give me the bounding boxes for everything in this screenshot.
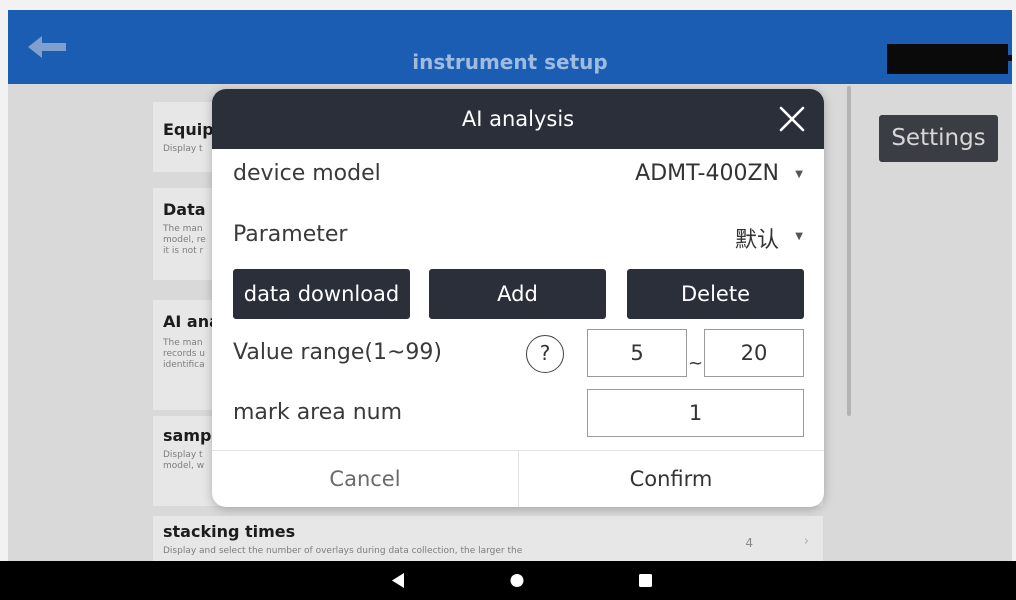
dropdown-arrow-icon: ▼: [795, 231, 803, 242]
dropdown-arrow-icon: ▼: [795, 169, 803, 180]
value-range-label: Value range(1~99): [233, 340, 442, 365]
add-button[interactable]: Add: [429, 269, 606, 319]
cancel-button[interactable]: Cancel: [212, 451, 518, 507]
parameter-label: Parameter: [233, 222, 348, 247]
page-title: instrument setup: [412, 50, 608, 74]
ai-analysis-dialog: AI analysis device model ADMT-400ZN ▼ Pa…: [212, 89, 824, 507]
data-download-button[interactable]: data download: [233, 269, 410, 319]
chevron-right-icon: ›: [803, 534, 809, 549]
list-item-title: stacking times: [163, 522, 296, 541]
list-item-stacking-times[interactable]: stacking times Display and select the nu…: [153, 516, 823, 561]
help-icon[interactable]: ?: [526, 335, 564, 373]
list-item-title: samp: [163, 426, 212, 445]
list-item-title: Equip: [163, 120, 214, 139]
confirm-button[interactable]: Confirm: [518, 451, 824, 507]
device-model-select[interactable]: ADMT-400ZN ▼: [592, 151, 807, 197]
scrollbar[interactable]: [847, 86, 851, 416]
stacking-times-value: 4: [745, 536, 753, 550]
nav-back-icon[interactable]: [378, 561, 418, 600]
range-max-input[interactable]: 20: [704, 329, 804, 377]
system-nav-bar: [0, 561, 1016, 600]
range-min-input[interactable]: 5: [587, 329, 687, 377]
device-model-value: ADMT-400ZN: [635, 161, 779, 186]
redacted-region: [887, 44, 1008, 74]
device-model-label: device model: [233, 161, 381, 186]
dialog-header: AI analysis: [212, 89, 824, 149]
settings-button[interactable]: Settings: [879, 115, 998, 162]
parameter-select[interactable]: 默认 ▼: [652, 213, 807, 259]
app-bar: instrument setup: [8, 10, 1012, 84]
mark-area-input[interactable]: 1: [587, 389, 804, 437]
parameter-value: 默认: [734, 228, 779, 253]
screen: instrument setup Equip Display t Data p …: [0, 0, 1016, 600]
delete-button[interactable]: Delete: [627, 269, 804, 319]
redacted-region-tail: [1004, 55, 1012, 61]
mark-area-label: mark area num: [233, 400, 403, 425]
nav-recents-icon[interactable]: [626, 561, 666, 600]
dialog-title: AI analysis: [461, 107, 575, 131]
list-item-desc: Display and select the number of overlay…: [163, 546, 523, 556]
close-icon[interactable]: [777, 104, 807, 134]
range-separator: ~: [688, 353, 704, 374]
nav-home-icon[interactable]: [497, 561, 537, 600]
